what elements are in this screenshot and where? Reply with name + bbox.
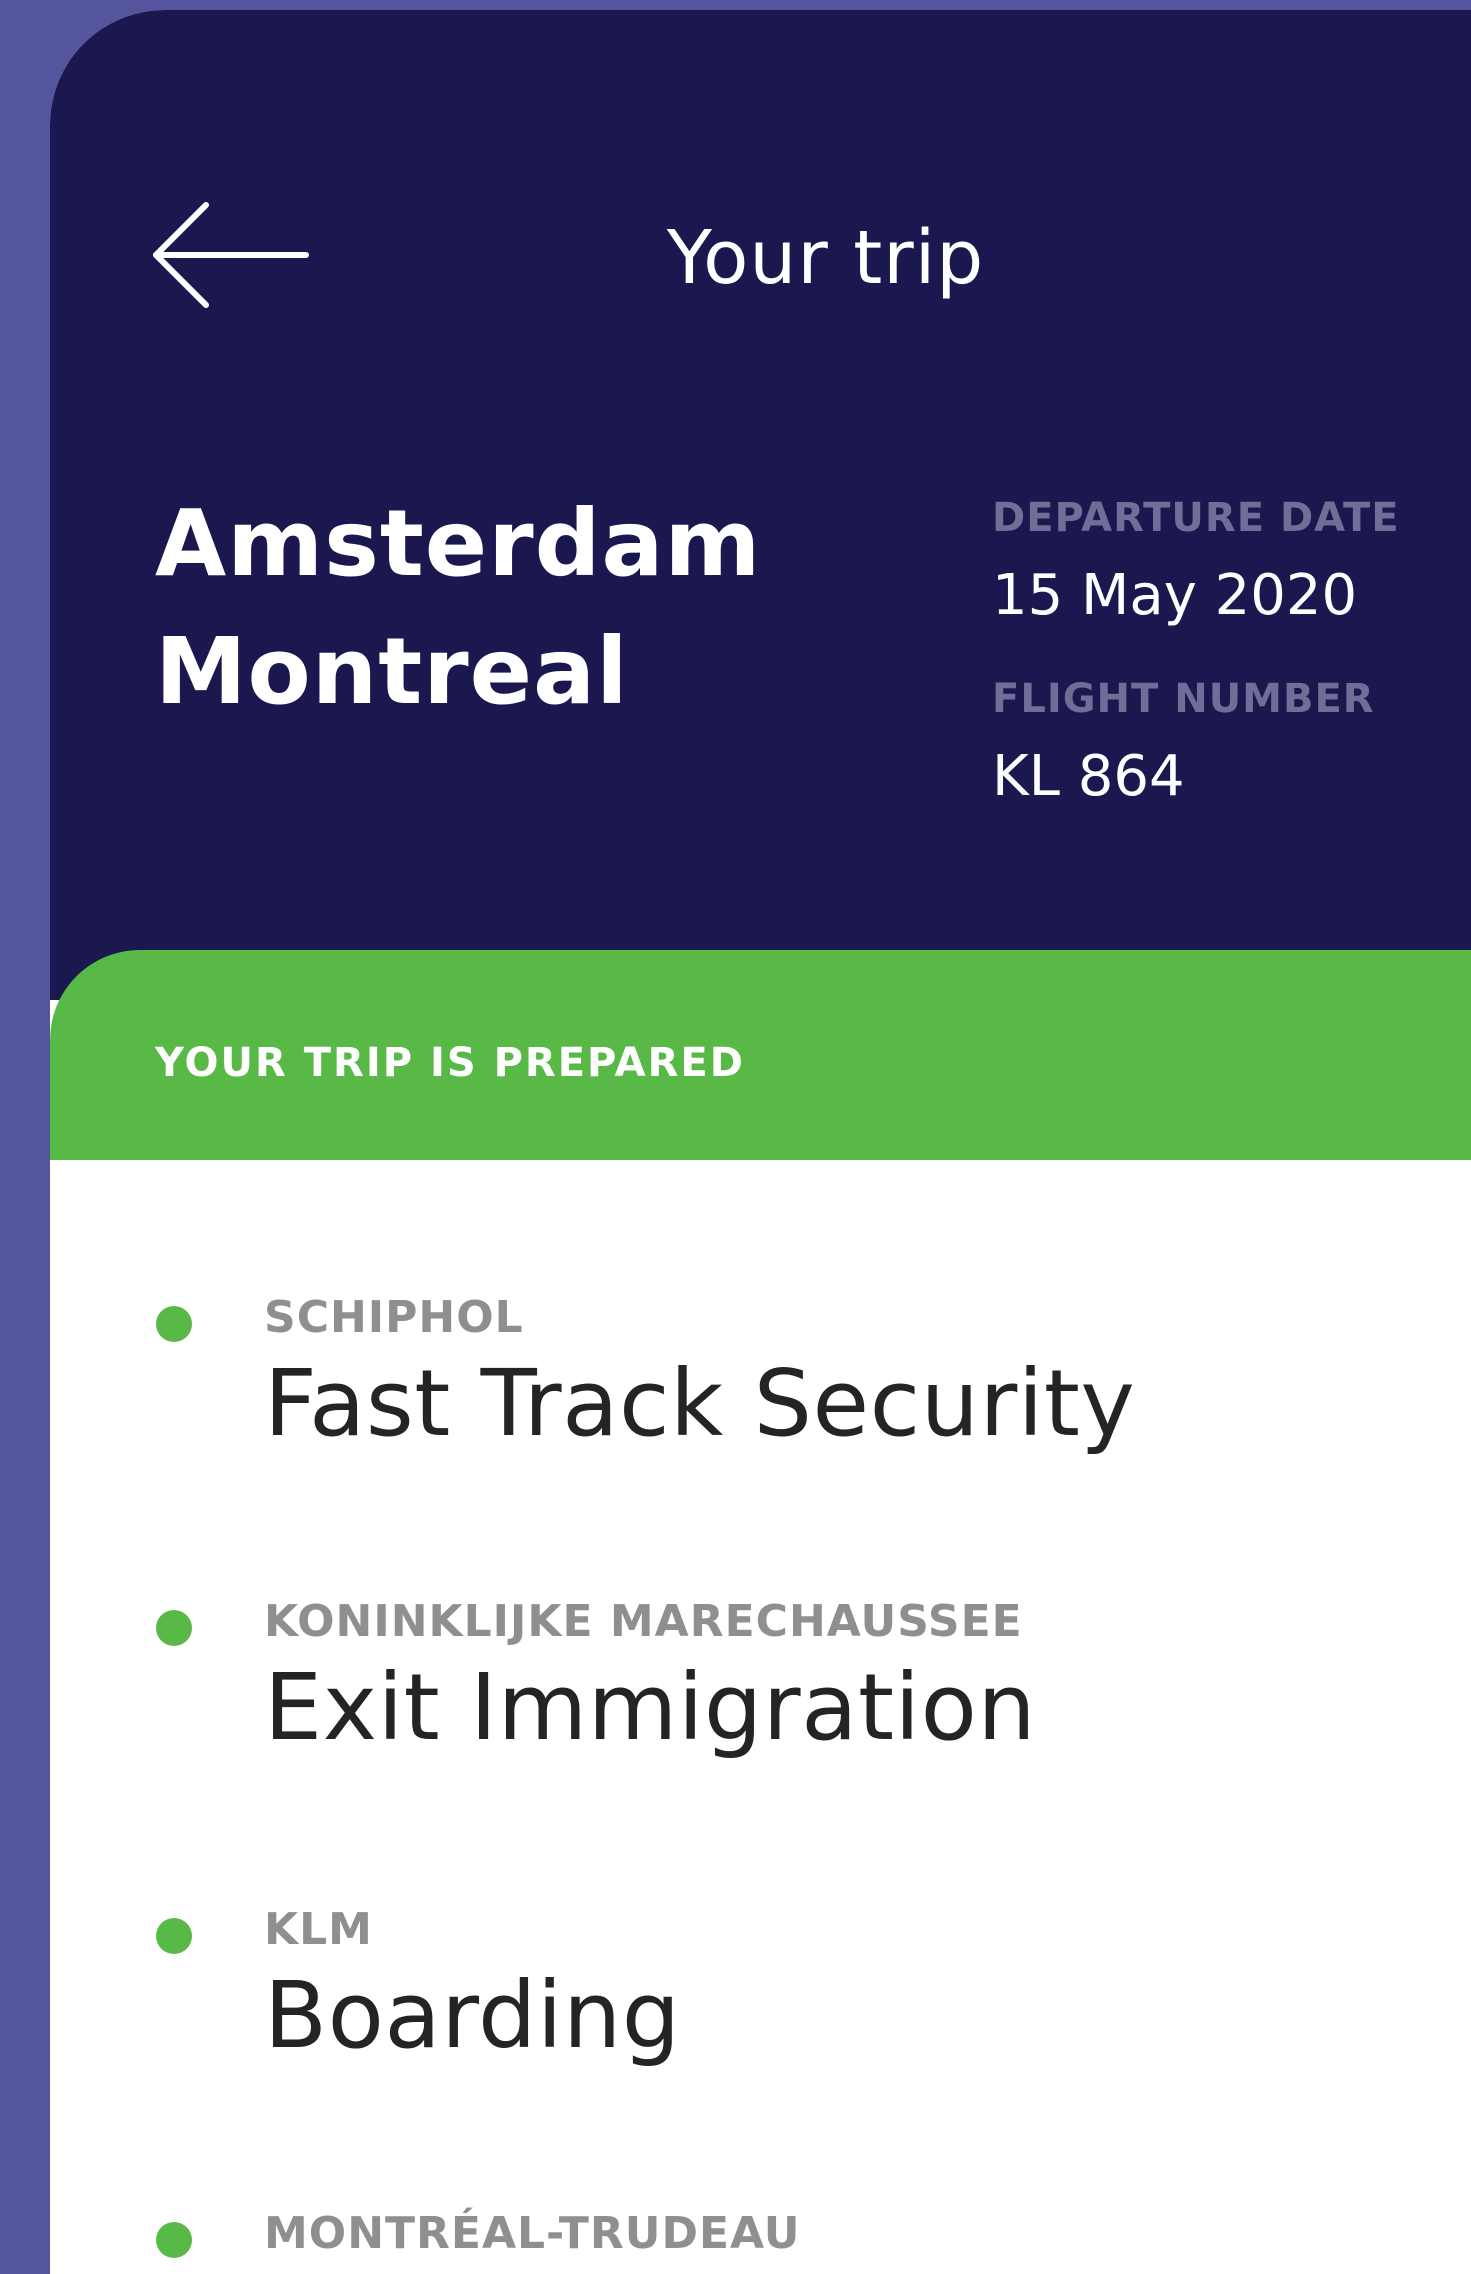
destination-city: Montreal	[155, 618, 629, 725]
trip-status-banner: YOUR TRIP IS PREPARED	[50, 950, 1471, 1160]
step-provider: KONINKLIJKE MARECHAUSSEE	[264, 1596, 1023, 1647]
step-provider: MONTRÉAL-TRUDEAU	[264, 2208, 801, 2259]
trip-meta: DEPARTURE DATE 15 May 2020 FLIGHT NUMBER…	[992, 495, 1462, 809]
status-dot-icon	[156, 1918, 192, 1954]
step-provider: SCHIPHOL	[264, 1292, 524, 1343]
trip-timeline: SCHIPHOL Fast Track Security KONINKLIJKE…	[50, 1160, 1471, 2274]
step-title: Exit Immigration	[264, 1654, 1037, 1761]
flight-number-label: FLIGHT NUMBER	[992, 676, 1375, 722]
status-dot-icon	[156, 2222, 192, 2258]
trip-route: Amsterdam Montreal	[155, 480, 761, 736]
status-text: YOUR TRIP IS PREPARED	[155, 1040, 745, 1086]
status-dot-icon	[156, 1610, 192, 1646]
step-title: Boarding	[264, 1962, 681, 2069]
departure-date-value: 15 May 2020	[992, 563, 1358, 628]
departure-date-label: DEPARTURE DATE	[992, 495, 1400, 541]
flight-number-value: KL 864	[992, 744, 1185, 809]
status-dot-icon	[156, 1306, 192, 1342]
app-screen: Your trip Amsterdam Montreal DEPARTURE D…	[50, 10, 1471, 2274]
trip-header: Your trip Amsterdam Montreal DEPARTURE D…	[50, 10, 1471, 1000]
step-provider: KLM	[264, 1904, 373, 1955]
page-title: Your trip	[666, 215, 985, 301]
step-title: Fast Track Security	[264, 1350, 1136, 1457]
origin-city: Amsterdam	[155, 490, 762, 597]
